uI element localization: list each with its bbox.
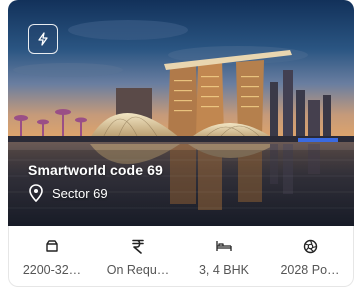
spec-area-value: 2200-32… xyxy=(22,263,82,277)
spec-configuration-value: 3, 4 BHK xyxy=(198,263,250,277)
rupee-icon xyxy=(132,239,144,254)
spec-area: 2200-32… xyxy=(9,226,95,286)
spec-row: 2200-32… On Requ… 3, 4 BHK 2028 Po… xyxy=(8,226,354,287)
bolt-icon xyxy=(38,32,48,46)
area-icon xyxy=(46,240,58,252)
bed-icon xyxy=(216,241,232,251)
possession-icon xyxy=(303,239,317,253)
bolt-badge-button[interactable] xyxy=(28,24,58,54)
property-title: Smartworld code 69 xyxy=(28,162,163,178)
location-pin-icon xyxy=(29,184,43,202)
spec-price-value: On Requ… xyxy=(106,263,170,277)
property-image[interactable]: Smartworld code 69 Sector 69 xyxy=(8,0,354,226)
spec-price: On Requ… xyxy=(95,226,181,286)
spec-configuration: 3, 4 BHK xyxy=(181,226,267,286)
location-label: Sector 69 xyxy=(52,185,108,201)
property-card[interactable]: Smartworld code 69 Sector 69 2200-32… On… xyxy=(8,0,354,287)
spec-possession-value: 2028 Po… xyxy=(280,263,340,277)
spec-possession: 2028 Po… xyxy=(267,226,353,286)
property-location: Sector 69 xyxy=(28,184,108,202)
